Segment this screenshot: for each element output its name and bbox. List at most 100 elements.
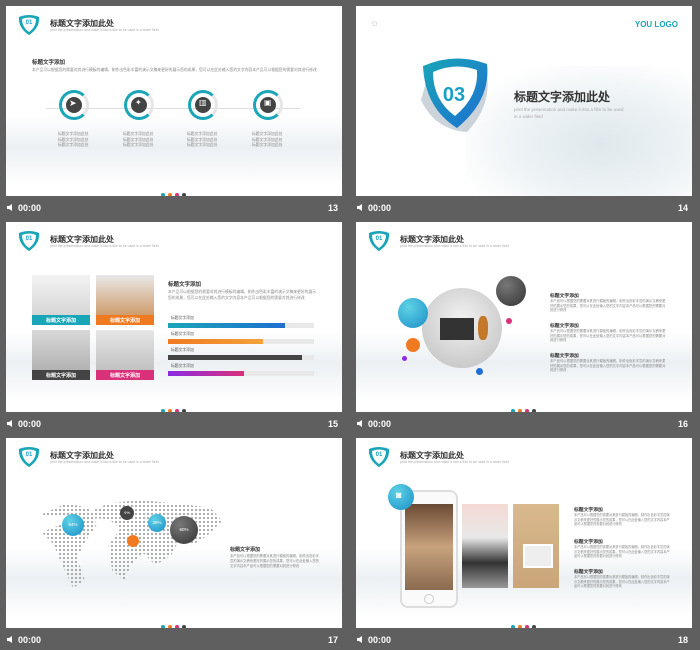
map-bubble-blue: 28% xyxy=(148,514,166,532)
pagination-dots xyxy=(511,616,541,628)
icon-caption-2: 标题文字添加此处 标题文字添加此处 标题文字添加此处 xyxy=(123,132,154,147)
section-body: 本产品可以根据您的需要对其进行模板的编辑，制作出色彩丰富的演示文稿来更好的展示您… xyxy=(32,68,317,72)
photo-tablet xyxy=(513,504,559,588)
paper-plane-icon: ➤ xyxy=(69,98,77,108)
sound-icon xyxy=(357,636,362,643)
icon-caption-4: 标题文字添加此处 标题文字添加此处 标题文字添加此处 xyxy=(252,132,283,147)
icon-caption-3: 标题文字添加此处 标题文字添加此处 标题文字添加此处 xyxy=(187,132,218,147)
bubble-teal xyxy=(398,298,428,328)
progress-bar-4 xyxy=(168,371,314,376)
camera-icon: ◙ xyxy=(396,490,402,500)
slide-number: 18 xyxy=(677,635,688,645)
bar-label-1: 标题文字添加 xyxy=(171,316,194,320)
slide-number: 13 xyxy=(327,203,338,213)
sky-background xyxy=(466,66,692,196)
progress-bar-2 xyxy=(168,339,314,344)
photo-desk xyxy=(462,504,508,588)
slide-time: 00:00 xyxy=(368,203,392,213)
item-body-2: 本产品可以根据您的需要对其进行模板的编辑，制作出色彩丰富的演示文稿来更好的展示您… xyxy=(574,545,670,558)
cloud-background xyxy=(6,116,342,186)
slide-canvas: 01 标题文字添加此处 print the presentation and m… xyxy=(6,6,342,196)
section-heading: 标题文字添加 xyxy=(168,282,202,288)
item-body-3: 本产品可以根据您的需要对其进行模板的编辑，制作出色彩丰富的演示文稿来更好的展示您… xyxy=(574,575,670,588)
section-subtitle: print the presentation and make it into … xyxy=(514,107,624,119)
circle-photo xyxy=(422,288,502,368)
bubble-purple xyxy=(402,356,407,361)
slide-number: 16 xyxy=(677,419,688,429)
bar-label-4: 标题文字添加 xyxy=(171,364,194,368)
slide-canvas: 01 标题文字添加此处 print the presentation and m… xyxy=(6,438,342,628)
photo-tile-3: 标题文字添加 xyxy=(32,330,90,380)
section-heading: 标题文字添加 xyxy=(230,547,261,553)
slide-canvas: ☼ YOU LOGO 03 标题文字添加此处 print the present… xyxy=(356,6,692,196)
sound-icon xyxy=(357,420,362,427)
slide-canvas: 01 标题文字添加此处 print the presentation and m… xyxy=(6,222,342,412)
sound-icon xyxy=(7,204,12,211)
bubble-blue xyxy=(476,368,483,375)
icon-circle-1: ➤ xyxy=(59,90,89,120)
section-heading: 标题文字添加 xyxy=(32,60,66,66)
map-bubble-dark-large: 60% xyxy=(170,516,198,544)
slide-subtitle: print the presentation and make it into … xyxy=(400,244,509,248)
map-bubble-orange xyxy=(127,535,139,547)
section-body: 本产品可以根据您的需要对其进行模板的编辑，制作出色彩丰富的演示文稿来更好的展示您… xyxy=(168,290,317,300)
slide-footer: 00:00 15 xyxy=(6,414,342,434)
item-heading-2: 标题文字添加 xyxy=(550,324,579,329)
section-body: 本产品可以根据您的需要对其进行模板的编辑，制作出色彩丰富的演示文稿来更好的展示您… xyxy=(230,554,320,568)
slide-footer: 00:00 16 xyxy=(356,414,692,434)
pagination-dots xyxy=(161,184,191,196)
section-title: 标题文字添加此处 xyxy=(514,90,611,104)
badge-number: 01 xyxy=(25,452,33,458)
item-body-1: 本产品可以根据您的需要对其进行模板的编辑，制作出色彩丰富的演示文稿来更好的展示您… xyxy=(574,513,670,526)
icon-caption-1: 标题文字添加此处 标题文字添加此处 标题文字添加此处 xyxy=(58,132,89,147)
slide-number: 14 xyxy=(677,203,688,213)
photo-tile-4: 标题文字添加 xyxy=(96,330,154,380)
bar-label-2: 标题文字添加 xyxy=(171,332,194,336)
badge-number: 01 xyxy=(25,20,33,26)
lightbulb-icon: ☼ xyxy=(370,18,380,29)
icon-circle-3: ▥ xyxy=(188,90,218,120)
slide-number: 15 xyxy=(327,419,338,429)
slide-subtitle: print the presentation and make it into … xyxy=(50,28,159,32)
slide-time: 00:00 xyxy=(368,635,392,645)
badge-number: 01 xyxy=(25,236,33,242)
item-heading-2: 标题文字添加 xyxy=(574,540,603,545)
sound-icon xyxy=(357,204,362,211)
logo-text: YOU LOGO xyxy=(634,20,678,29)
sound-icon xyxy=(7,420,12,427)
pagination-dots xyxy=(161,616,191,628)
slide-footer: 00:00 14 xyxy=(356,198,692,218)
bubble-pink xyxy=(506,318,512,324)
signal-icon: ✦ xyxy=(135,98,142,107)
progress-bar-1 xyxy=(168,323,314,328)
slide-canvas: 01 标题文字添加此处 print the presentation and m… xyxy=(356,222,692,412)
map-bubble-dark-small: 9% xyxy=(120,506,134,520)
bubble-dark xyxy=(496,276,526,306)
item-heading-1: 标题文字添加 xyxy=(550,294,579,299)
bar-chart-icon: ▥ xyxy=(199,98,207,107)
slide-subtitle: print the presentation and make it into … xyxy=(50,244,159,248)
photo-tile-1: 标题文字添加 xyxy=(32,275,90,325)
map-bubble-teal: 54% xyxy=(62,514,84,536)
badge-number: 01 xyxy=(375,236,383,242)
section-number: 03 xyxy=(442,84,466,106)
icon-circle-4: ▣ xyxy=(253,90,283,120)
slide-footer: 00:00 17 xyxy=(6,630,342,650)
item-heading-3: 标题文字添加 xyxy=(574,570,603,575)
slide-time: 00:00 xyxy=(18,419,42,429)
item-heading-3: 标题文字添加 xyxy=(550,354,579,359)
camera-bubble: ◙ xyxy=(388,484,414,510)
phone-mockup xyxy=(400,490,458,608)
bubble-orange xyxy=(406,338,420,352)
slide-time: 00:00 xyxy=(18,203,42,213)
photo-tile-2: 标题文字添加 xyxy=(96,275,154,325)
item-body-3: 本产品可以根据您的需要对其进行模板的编辑，制作出色彩丰富的演示文稿来更好的展示您… xyxy=(550,359,666,372)
progress-bar-3 xyxy=(168,355,314,360)
bar-label-3: 标题文字添加 xyxy=(171,348,194,352)
pagination-dots xyxy=(511,400,541,412)
slide-footer: 00:00 18 xyxy=(356,630,692,650)
slide-subtitle: print the presentation and make it into … xyxy=(400,460,509,464)
slide-subtitle: print the presentation and make it into … xyxy=(50,460,159,464)
briefcase-icon: ▣ xyxy=(264,98,272,107)
slide-time: 00:00 xyxy=(18,635,42,645)
